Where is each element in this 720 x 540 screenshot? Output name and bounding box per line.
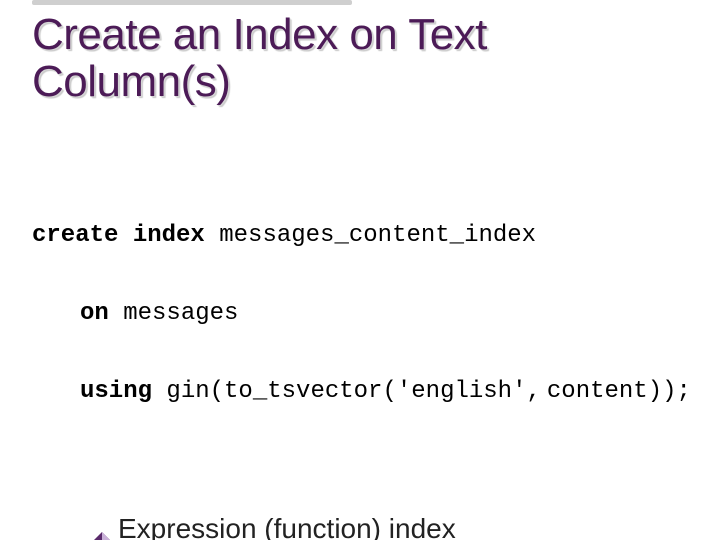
kw-create-index: create index xyxy=(32,222,205,249)
slide-title: Create an Index on Text Column(s) xyxy=(32,12,694,105)
slide: Create an Index on Text Column(s) create… xyxy=(0,0,720,540)
table-name: messages xyxy=(123,300,238,327)
func-open: gin(to_tsvector('english', xyxy=(166,378,540,405)
code-line-2: on messages xyxy=(32,301,694,327)
bullet-text: Expression (function) index xyxy=(118,510,694,540)
func-close: content)); xyxy=(547,378,691,405)
bullet-item: Expression (function) index xyxy=(32,510,694,540)
bullet-pre: Expression (function) index xyxy=(118,513,456,540)
code-line-3: using gin(to_tsvector('english', content)… xyxy=(32,379,694,405)
kw-on: on xyxy=(80,300,109,327)
index-name: messages_content_index xyxy=(219,222,536,249)
kw-using: using xyxy=(80,378,152,405)
code-block: create index messages_content_index on m… xyxy=(32,171,694,456)
bullet-list: Expression (function) index The language… xyxy=(32,510,694,540)
code-line-1: create index messages_content_index xyxy=(32,223,694,249)
diamond-bullet-icon xyxy=(94,520,110,540)
title-accent-bar xyxy=(32,0,352,5)
